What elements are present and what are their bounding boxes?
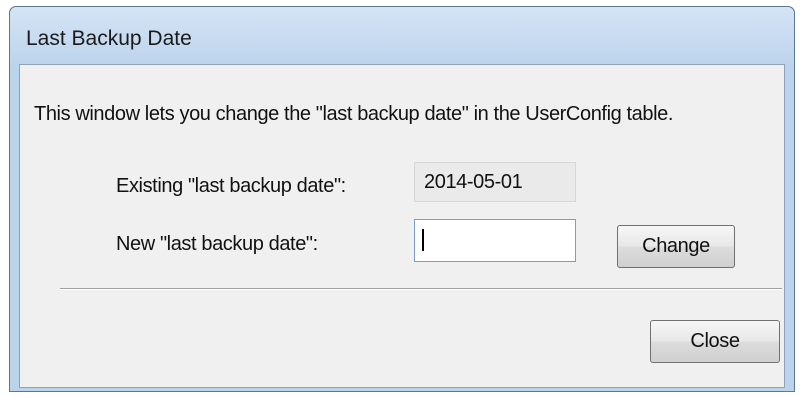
existing-date-field: 2014-05-01 [414, 162, 576, 202]
close-button[interactable]: Close [650, 320, 780, 363]
change-button[interactable]: Change [617, 225, 735, 268]
existing-date-value: 2014-05-01 [424, 171, 523, 193]
text-caret [422, 229, 424, 251]
separator [60, 288, 782, 290]
title-bar[interactable]: Last Backup Date [10, 7, 794, 64]
description-text: This window lets you change the "last ba… [34, 103, 674, 125]
new-date-input[interactable] [414, 219, 576, 262]
window-title: Last Backup Date [26, 27, 192, 50]
existing-date-label: Existing "last backup date": [116, 175, 346, 197]
dialog-body: This window lets you change the "last ba… [19, 64, 785, 388]
new-date-label: New "last backup date": [116, 233, 318, 255]
dialog-window: Last Backup Date This window lets you ch… [9, 6, 795, 392]
